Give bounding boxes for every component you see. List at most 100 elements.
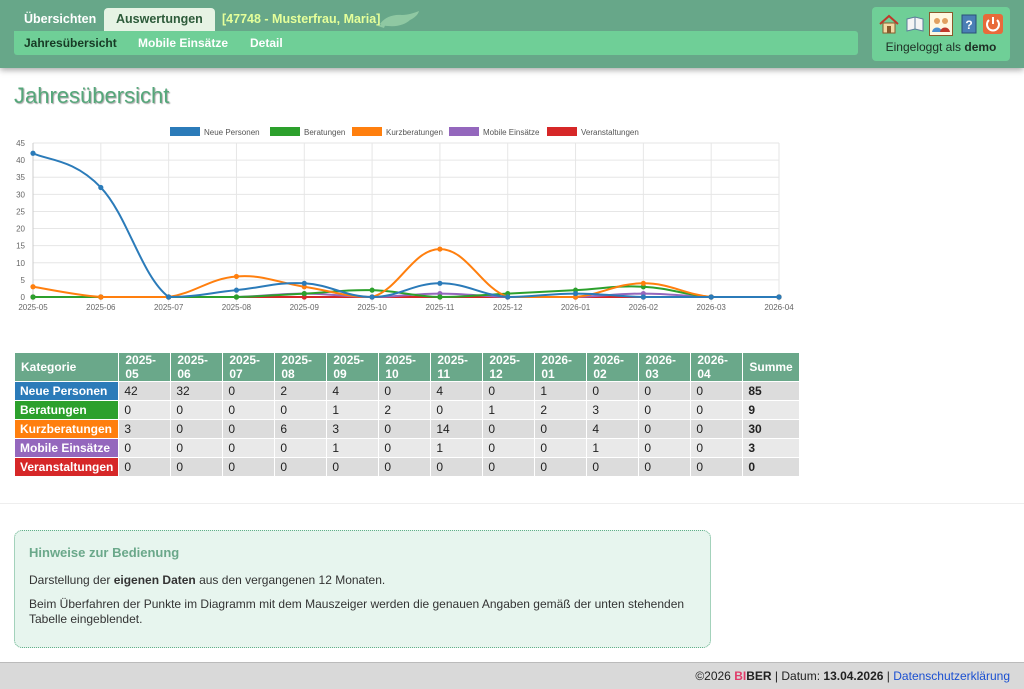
legend-item[interactable]: Mobile Einsätze: [449, 127, 540, 137]
value-cell: 0: [638, 457, 692, 477]
value-cell: 6: [274, 419, 328, 439]
annual-line-chart: Neue Personen Beratungen Kurzberatungen Mob…: [16, 127, 794, 312]
data-point[interactable]: [437, 280, 443, 286]
page-footer: ©2026 BIBER | Datum: 13.04.2026 | Datens…: [0, 662, 1024, 689]
tab-overviews[interactable]: Übersichten: [12, 8, 108, 32]
column-header: 2025-07: [222, 352, 276, 382]
legend-swatch: [270, 127, 300, 136]
legend-swatch: [170, 127, 200, 136]
data-point[interactable]: [505, 294, 511, 300]
y-tick-label: 40: [16, 156, 25, 165]
x-tick-label: 2026-01: [561, 303, 591, 312]
chart-legend: Neue Personen Beratungen Kurzberatungen Mob…: [170, 127, 639, 137]
category-cell: Mobile Einsätze: [13, 438, 120, 458]
value-cell: 0: [690, 381, 744, 401]
data-point[interactable]: [437, 246, 443, 252]
value-cell: 0: [534, 419, 588, 439]
data-point[interactable]: [640, 294, 646, 300]
data-point[interactable]: [708, 294, 714, 300]
value-cell: 1: [534, 381, 588, 401]
value-cell: 0: [170, 400, 224, 420]
chart-axis-labels: 0 5 10 15 20 25 30 35 40 45 2025-05 2025-06 2025-07 2…: [16, 139, 794, 312]
data-point[interactable]: [30, 284, 36, 290]
book-icon[interactable]: [904, 13, 926, 35]
data-point[interactable]: [98, 294, 104, 300]
legend-item[interactable]: Kurzberatungen: [352, 127, 443, 137]
table-row: Kurzberatungen 3 0 0 6 3 0 14 0 0 4 0 0 30: [13, 419, 800, 439]
data-point[interactable]: [369, 287, 375, 293]
table-row: Neue Personen 42 32 0 2 4 0 4 0 1 0 0 0 85: [13, 381, 800, 401]
column-header: 2025-09: [326, 352, 380, 382]
subnav-mobile-missions[interactable]: Mobile Einsätze: [138, 31, 228, 55]
y-tick-label: 10: [16, 259, 25, 268]
sub-navigation: Jahresübersicht Mobile Einsätze Detail: [14, 31, 858, 55]
value-cell: 0: [430, 457, 484, 477]
login-status: Eingeloggt als demo: [885, 40, 997, 54]
value-cell: 0: [118, 457, 172, 477]
y-tick-label: 45: [16, 139, 25, 148]
x-tick-label: 2026-04: [764, 303, 794, 312]
subnav-annual-overview[interactable]: Jahresübersicht: [24, 31, 117, 55]
value-cell: 0: [430, 400, 484, 420]
data-point[interactable]: [301, 290, 307, 297]
data-point[interactable]: [166, 294, 172, 300]
power-icon[interactable]: [982, 13, 1004, 35]
value-cell: 4: [586, 419, 640, 439]
value-cell: 0: [222, 438, 276, 458]
x-tick-label: 2025-12: [493, 303, 523, 312]
users-icon[interactable]: [929, 12, 953, 36]
help-icon[interactable]: ?: [958, 13, 980, 35]
data-point[interactable]: [776, 294, 782, 300]
subnav-detail[interactable]: Detail: [250, 31, 283, 55]
chart-grid: [32, 142, 780, 302]
beaver-logo-icon: [378, 11, 419, 28]
legend-label: Beratungen: [304, 128, 345, 137]
column-header: 2026-01: [534, 352, 588, 382]
data-point[interactable]: [572, 290, 579, 297]
brand-name: BIBER: [734, 669, 772, 683]
value-cell: 32: [170, 381, 224, 401]
data-point[interactable]: [233, 294, 240, 300]
x-tick-label: 2025-09: [290, 303, 320, 312]
legend-label: Veranstaltungen: [581, 128, 639, 137]
legend-item[interactable]: Beratungen: [270, 127, 345, 137]
sum-cell: 9: [742, 400, 800, 420]
data-point[interactable]: [301, 280, 307, 286]
data-point[interactable]: [640, 280, 646, 286]
category-cell: Kurzberatungen: [13, 419, 120, 439]
copyright: ©2026: [695, 669, 731, 683]
y-tick-label: 35: [16, 173, 25, 182]
home-icon[interactable]: [878, 13, 900, 35]
value-cell: 3: [118, 419, 172, 439]
value-cell: 2: [378, 400, 432, 420]
column-header: 2025-11: [430, 352, 484, 382]
data-point[interactable]: [98, 184, 104, 191]
login-username: demo: [964, 40, 997, 54]
svg-text:?: ?: [965, 18, 972, 32]
tab-reports[interactable]: Auswertungen: [104, 8, 215, 32]
data-point[interactable]: [233, 273, 240, 280]
data-point[interactable]: [437, 294, 443, 300]
table-row: Beratungen 0 0 0 0 1 2 0 1 2 3 0 0 9: [13, 400, 800, 420]
x-tick-label: 2025-05: [18, 303, 48, 312]
data-point[interactable]: [369, 294, 375, 300]
legend-item[interactable]: Veranstaltungen: [547, 127, 639, 137]
privacy-link[interactable]: Datenschutzerklärung: [893, 669, 1010, 683]
series-line: [32, 152, 779, 299]
legend-item[interactable]: Neue Personen: [170, 127, 260, 137]
data-point[interactable]: [30, 294, 36, 300]
value-cell: 3: [586, 400, 640, 420]
data-table: Kategorie 2025-05 2025-06 2025-07 2025-08 202…: [13, 352, 800, 477]
data-point[interactable]: [30, 150, 36, 156]
data-point[interactable]: [233, 287, 240, 293]
value-cell: 0: [482, 457, 536, 477]
help-text-2: Beim Überfahren der Punkte im Diagramm m…: [29, 597, 685, 626]
value-cell: 0: [118, 438, 172, 458]
value-cell: 0: [586, 381, 640, 401]
current-client-link[interactable]: [47748 - Musterfrau, Maria]: [222, 8, 380, 30]
section-divider: [0, 503, 1024, 504]
value-cell: 0: [326, 457, 380, 477]
value-cell: 0: [586, 457, 640, 477]
sum-cell: 30: [742, 419, 800, 439]
value-cell: 0: [222, 457, 276, 477]
